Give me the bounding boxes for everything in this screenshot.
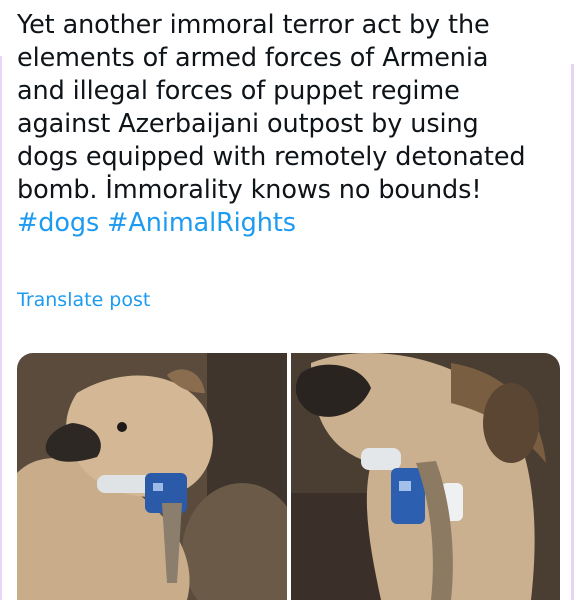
thread-rule-right — [571, 64, 574, 600]
hashtag-animalrights-link[interactable]: #AnimalRights — [107, 208, 296, 238]
hashtag-line: #dogs #AnimalRights — [17, 207, 565, 240]
hashtag-dogs-link[interactable]: #dogs — [17, 208, 99, 238]
media-photo-1[interactable] — [17, 353, 287, 600]
post-text-line: elements of armed forces of Armenia — [17, 43, 489, 73]
post-text-line: dogs equipped with remotely detonated — [17, 142, 526, 172]
post-text-line: Yet another immoral terror act by the — [17, 10, 490, 40]
media-photo-2[interactable] — [291, 353, 560, 600]
post-text-line: bomb. İmmorality knows no bounds! — [17, 175, 482, 205]
translate-post-link[interactable]: Translate post — [17, 289, 150, 311]
media-grid — [17, 353, 560, 600]
post-text-line: and illegal forces of puppet regime — [17, 76, 460, 106]
post-text: Yet another immoral terror act by the el… — [17, 9, 565, 240]
dog-closeup-photo-image — [291, 353, 560, 600]
post-text-line: against Azerbaijani outpost by using — [17, 109, 479, 139]
thread-rule-left — [0, 56, 2, 600]
dog-photo-image — [17, 353, 287, 600]
